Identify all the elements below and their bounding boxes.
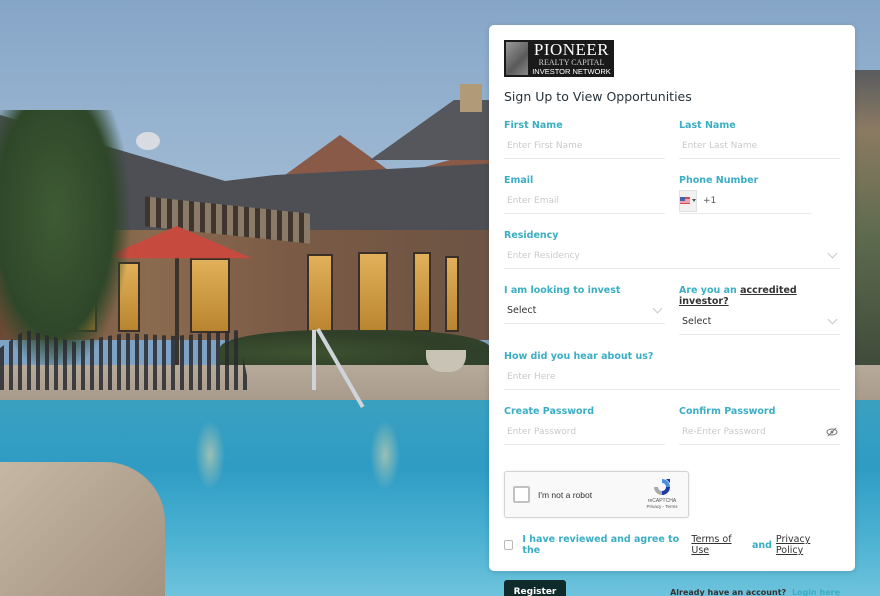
confirm-password-input[interactable] [679, 419, 840, 444]
signup-card: PIONEER REALTY CAPITAL INVESTOR NETWORK … [489, 25, 855, 596]
patio-chairs [0, 330, 250, 390]
first-name-label: First Name [504, 120, 563, 131]
chimney [460, 84, 482, 112]
login-prompt: Already have an account? Login here [670, 588, 840, 596]
window [413, 252, 431, 332]
agreement-conjunction: and [751, 539, 772, 551]
recaptcha-widget: I'm not a robot reCAPTCHA Privacy - Term… [504, 471, 689, 518]
light-reflection [195, 420, 225, 490]
last-name-label: Last Name [679, 120, 736, 131]
register-button[interactable]: Register [504, 580, 566, 596]
heard-input[interactable] [504, 364, 840, 389]
privacy-policy-link[interactable]: Privacy Policy [776, 534, 836, 556]
invest-label: I am looking to invest [504, 285, 621, 296]
terms-of-use-link[interactable]: Terms of Use [691, 534, 748, 556]
light-reflection [370, 420, 400, 490]
tree [0, 110, 130, 370]
last-name-group: Last Name [679, 120, 840, 159]
phone-input[interactable] [716, 188, 811, 213]
email-group: Email [504, 175, 665, 214]
heard-label: How did you hear about us? [504, 351, 654, 362]
window [307, 254, 333, 334]
agreement-row: I have reviewed and agree to the Terms o… [504, 534, 840, 556]
page-title: Sign Up to View Opportunities [504, 89, 692, 104]
residency-group: Residency Enter Residency [504, 230, 840, 269]
phone-group: Phone Number +1 [679, 175, 840, 214]
password-label: Create Password [504, 406, 595, 417]
logo-text: PIONEER REALTY CAPITAL INVESTOR NETWORK [531, 40, 612, 77]
accredited-select[interactable]: Select [679, 309, 840, 335]
right-house [855, 70, 880, 370]
caret-down-icon [692, 199, 696, 202]
login-link[interactable]: Login here [792, 588, 840, 596]
recaptcha-label: I'm not a robot [538, 489, 593, 500]
window [190, 258, 230, 333]
us-flag-icon [680, 197, 690, 204]
form-footer: Register Already have an account? Login … [504, 580, 840, 596]
chevron-down-icon [652, 303, 663, 314]
accredited-label-prefix: Are you an [679, 285, 737, 296]
dial-code: +1 [703, 195, 717, 206]
logo-line-2: REALTY CAPITAL [538, 58, 605, 68]
agreement-text: I have reviewed and agree to the [522, 534, 680, 556]
eye-slash-icon[interactable] [826, 427, 838, 437]
accredited-selected: Select [682, 316, 712, 327]
country-code-dropdown[interactable] [679, 189, 697, 212]
last-name-input[interactable] [679, 133, 840, 158]
invest-select[interactable]: Select [504, 298, 665, 324]
chevron-down-icon [827, 248, 838, 259]
pool-ledge [0, 462, 165, 596]
invest-group: I am looking to invest Select [504, 285, 665, 335]
account-prompt-text: Already have an account? [670, 587, 787, 596]
first-name-group: First Name [504, 120, 665, 159]
residency-select[interactable]: Enter Residency [504, 243, 840, 269]
recaptcha-links[interactable]: Privacy - Terms [647, 504, 678, 509]
invest-selected: Select [507, 305, 537, 316]
satellite-dish [136, 132, 160, 150]
agreement-checkbox[interactable] [504, 540, 514, 550]
email-input[interactable] [504, 188, 665, 213]
chevron-down-icon [827, 314, 838, 325]
first-name-input[interactable] [504, 133, 665, 158]
brand-logo: PIONEER REALTY CAPITAL INVESTOR NETWORK [504, 40, 614, 77]
window [358, 252, 388, 334]
residency-label: Residency [504, 230, 559, 241]
password-input[interactable] [504, 419, 665, 444]
logo-line-3: INVESTOR NETWORK [532, 67, 611, 77]
confirm-password-group: Confirm Password [679, 406, 840, 445]
window [445, 256, 459, 332]
accredited-group: Are you an accredited investor? Select [679, 285, 840, 335]
recaptcha-logo: reCAPTCHA Privacy - Terms [644, 478, 680, 509]
heard-group: How did you hear about us? [504, 351, 840, 390]
accredited-label: Are you an accredited investor? [679, 285, 840, 307]
recaptcha-checkbox[interactable] [513, 486, 530, 503]
pool-rail [312, 330, 316, 390]
phone-label: Phone Number [679, 175, 759, 186]
recaptcha-icon [654, 479, 670, 495]
logo-line-1: PIONEER [533, 40, 610, 60]
logo-photo [506, 42, 528, 75]
residency-placeholder: Enter Residency [507, 250, 580, 261]
password-group: Create Password [504, 406, 665, 445]
confirm-password-label: Confirm Password [679, 406, 776, 417]
email-label: Email [504, 175, 534, 186]
